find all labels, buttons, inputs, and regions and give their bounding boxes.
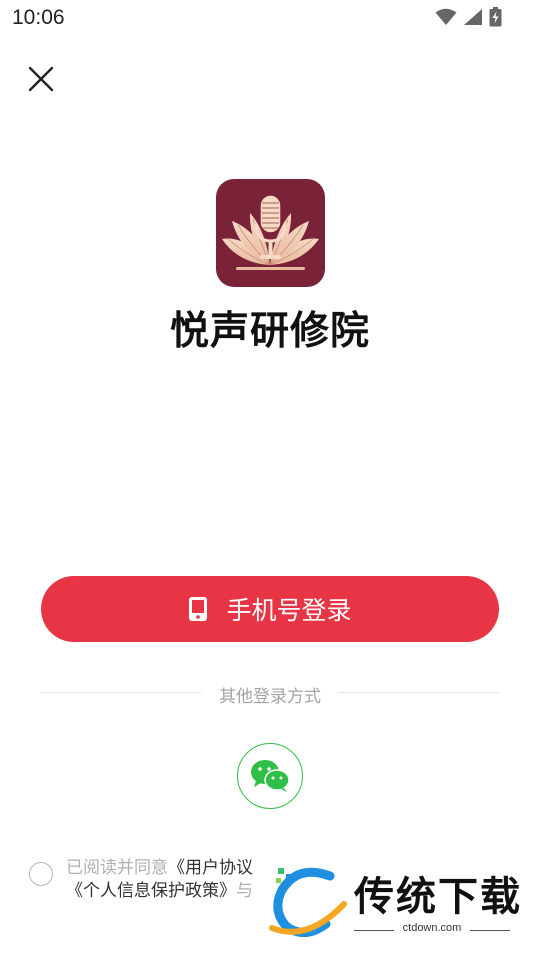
agreement-prefix: 已阅读并同意 — [66, 858, 168, 878]
watermark-url: ctdown.com — [402, 922, 462, 934]
status-time: 10:06 — [12, 6, 65, 29]
phone-login-button[interactable]: 手机号登录 — [41, 576, 499, 642]
agreement-suffix: 与 — [236, 881, 253, 901]
agreement-checkbox[interactable] — [29, 862, 53, 886]
wifi-icon — [435, 8, 457, 25]
mobile-phone-icon — [189, 597, 208, 621]
other-login-methods-label: 其他登录方式 — [219, 687, 321, 707]
app-name: 悦声研修院 — [169, 308, 370, 354]
watermark: 传统下载 ctdown.com — [268, 862, 520, 940]
watermark-logo-icon — [269, 867, 347, 937]
cellular-signal-icon — [464, 9, 482, 25]
phone-login-label: 手机号登录 — [226, 596, 352, 625]
microphone-lotus-logo-icon — [222, 194, 319, 270]
close-button[interactable] — [26, 64, 56, 94]
wechat-icon — [251, 760, 290, 792]
app-logo — [216, 179, 325, 287]
agreement-line-1: 已阅读并同意《用户协议 — [66, 853, 253, 878]
watermark-text: 传统下载 — [354, 874, 522, 920]
close-icon — [28, 66, 54, 92]
status-bar: 10:06 — [0, 0, 540, 36]
wechat-login-button[interactable] — [237, 743, 303, 809]
privacy-policy-link[interactable]: 《个人信息保护政策》 — [66, 881, 236, 901]
battery-charging-icon — [489, 7, 502, 27]
status-icons — [435, 7, 502, 27]
user-agreement-link[interactable]: 《用户协议 — [168, 858, 253, 878]
agreement-line-2: 《个人信息保护政策》与 — [66, 876, 253, 901]
watermark-line-right — [470, 930, 510, 931]
